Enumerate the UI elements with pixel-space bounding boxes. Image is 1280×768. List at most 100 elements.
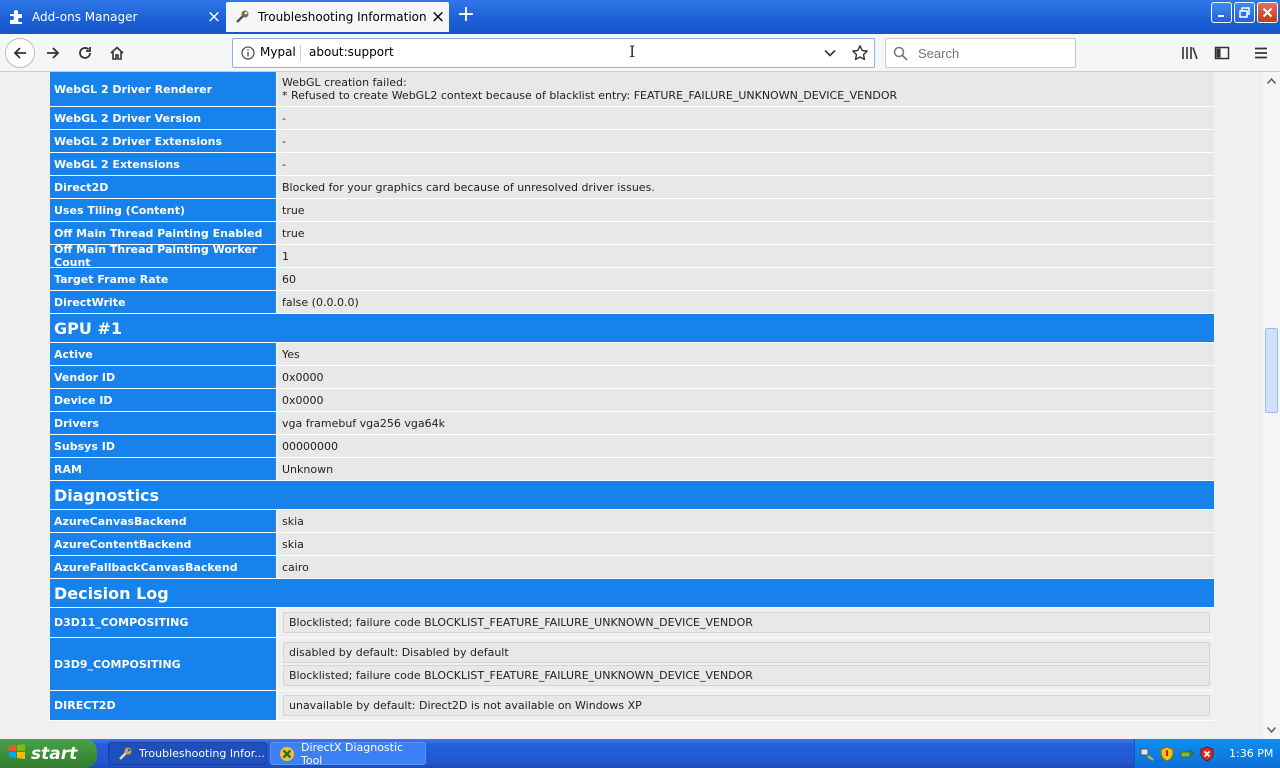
menu-button[interactable] xyxy=(1247,39,1275,67)
row-label: AzureFallbackCanvasBackend xyxy=(50,556,277,579)
table-row: Drivers vga framebuf vga256 vga64k xyxy=(50,412,1214,435)
window-controls xyxy=(1211,2,1278,23)
scroll-down-arrow-icon[interactable] xyxy=(1264,722,1279,738)
bookmark-star-icon[interactable] xyxy=(851,44,869,65)
row-value: 60 xyxy=(277,268,1214,291)
row-value: 0x0000 xyxy=(277,389,1214,412)
table-row: AzureCanvasBackend skia xyxy=(50,510,1214,533)
row-label: Subsys ID xyxy=(50,435,277,458)
table-row: Vendor ID 0x0000 xyxy=(50,366,1214,389)
url-bar[interactable]: Mypal about:support I xyxy=(232,38,875,68)
table-row: WebGL 2 Extensions - xyxy=(50,153,1214,176)
tab-strip: Add-ons Manager × Troubleshooting Inform… xyxy=(0,0,1280,34)
reload-button[interactable] xyxy=(71,39,99,67)
row-label: DIRECT2D xyxy=(50,691,277,720)
forward-button[interactable] xyxy=(39,39,67,67)
taskbar-item-troubleshooting[interactable]: Troubleshooting Infor... xyxy=(108,742,267,765)
home-button[interactable] xyxy=(103,39,131,67)
decision-row: DIRECT2D unavailable by default: Direct2… xyxy=(50,691,1214,721)
sidebar-button[interactable] xyxy=(1208,39,1236,67)
scroll-up-arrow-icon[interactable] xyxy=(1264,73,1279,89)
table-row: WebGL 2 Driver Version - xyxy=(50,107,1214,130)
info-icon[interactable] xyxy=(241,46,255,63)
row-value: - xyxy=(277,107,1214,130)
minimize-button[interactable] xyxy=(1211,2,1232,23)
row-label: Off Main Thread Painting Worker Count xyxy=(50,243,277,269)
section-heading-gpu: GPU #1 xyxy=(50,314,1214,343)
row-value: Blocked for your graphics card because o… xyxy=(277,176,1214,199)
tab-troubleshooting[interactable]: Troubleshooting Information × xyxy=(226,2,449,32)
tab-title: Add-ons Manager xyxy=(32,10,138,24)
back-arrow-icon xyxy=(13,47,26,59)
graphics-table: WebGL 2 Driver Renderer WebGL creation f… xyxy=(50,72,1214,721)
taskbar-item-directx[interactable]: DirectX Diagnostic Tool xyxy=(270,740,426,767)
restore-button[interactable] xyxy=(1234,2,1255,23)
row-label: WebGL 2 Extensions xyxy=(50,153,277,176)
windows-flag-icon xyxy=(8,743,26,764)
table-row: WebGL 2 Driver Extensions - xyxy=(50,130,1214,153)
table-row: RAM Unknown xyxy=(50,458,1214,481)
network-tool-icon[interactable] xyxy=(1139,746,1155,762)
row-label: DirectWrite xyxy=(50,291,277,314)
row-value: - xyxy=(277,153,1214,176)
row-label: WebGL 2 Driver Renderer xyxy=(50,72,277,107)
close-tab-icon[interactable]: × xyxy=(427,9,449,26)
library-button[interactable] xyxy=(1176,39,1204,67)
row-label: RAM xyxy=(50,458,277,481)
taskbar: start Troubleshooting Infor... DirectX D… xyxy=(0,739,1280,768)
wrench-icon xyxy=(117,746,133,762)
wrench-icon xyxy=(234,9,250,25)
row-label: WebGL 2 Driver Extensions xyxy=(50,130,277,153)
row-label: Drivers xyxy=(50,412,277,435)
page-content: WebGL 2 Driver Renderer WebGL creation f… xyxy=(0,72,1263,739)
row-label: Uses Tiling (Content) xyxy=(50,199,277,222)
table-row: WebGL 2 Driver Renderer WebGL creation f… xyxy=(50,72,1214,107)
url-text[interactable]: about:support xyxy=(309,45,394,59)
search-box[interactable] xyxy=(885,38,1076,68)
row-value: true xyxy=(277,199,1214,222)
back-button[interactable] xyxy=(5,38,35,68)
reload-icon xyxy=(79,47,91,59)
decision-row: D3D9_COMPOSITING disabled by default: Di… xyxy=(50,638,1214,691)
vertical-scrollbar[interactable] xyxy=(1263,72,1280,739)
row-label: Off Main Thread Painting Enabled xyxy=(50,222,277,245)
table-row: AzureFallbackCanvasBackend cairo xyxy=(50,556,1214,579)
directx-x-icon xyxy=(279,746,295,762)
library-icon xyxy=(1182,47,1198,60)
row-value: true xyxy=(277,222,1214,245)
windows-security-alert-icon[interactable] xyxy=(1199,745,1215,762)
row-value: false (0.0.0.0) xyxy=(277,291,1214,314)
row-entries: disabled by default: Disabled by default… xyxy=(277,638,1214,690)
row-value: Unknown xyxy=(277,458,1214,481)
hamburger-menu-icon xyxy=(1255,47,1267,59)
tab-addons-manager[interactable]: Add-ons Manager × xyxy=(0,2,225,32)
row-label: D3D9_COMPOSITING xyxy=(50,638,277,690)
safely-remove-icon[interactable] xyxy=(1179,746,1195,762)
table-row: Device ID 0x0000 xyxy=(50,389,1214,412)
search-input[interactable] xyxy=(916,45,1070,62)
log-entry: unavailable by default: Direct2D is not … xyxy=(283,695,1210,716)
close-tab-icon[interactable]: × xyxy=(203,9,225,26)
section-heading-diagnostics: Diagnostics xyxy=(50,481,1214,510)
clock[interactable]: 1:36 PM xyxy=(1229,747,1273,760)
url-separator xyxy=(300,45,301,61)
row-label: D3D11_COMPOSITING xyxy=(50,608,277,637)
scroll-thumb[interactable] xyxy=(1265,328,1278,413)
table-row: Subsys ID 00000000 xyxy=(50,435,1214,458)
start-button[interactable]: start xyxy=(0,739,97,768)
row-entries: Blocklisted; failure code BLOCKLIST_FEAT… xyxy=(277,608,1214,637)
chevron-down-icon[interactable] xyxy=(823,46,837,63)
new-tab-plus-icon[interactable]: + xyxy=(454,4,478,28)
close-window-button[interactable] xyxy=(1257,2,1278,23)
row-value: 00000000 xyxy=(277,435,1214,458)
row-label: Device ID xyxy=(50,389,277,412)
row-value: Yes xyxy=(277,343,1214,366)
table-row: Direct2D Blocked for your graphics card … xyxy=(50,176,1214,199)
task-title: DirectX Diagnostic Tool xyxy=(301,740,404,767)
row-label: AzureCanvasBackend xyxy=(50,510,277,533)
row-value: skia xyxy=(277,533,1214,556)
sidebar-icon xyxy=(1214,46,1230,60)
security-shield-icon[interactable] xyxy=(1159,745,1175,762)
row-value: 0x0000 xyxy=(277,366,1214,389)
table-row: AzureContentBackend skia xyxy=(50,533,1214,556)
